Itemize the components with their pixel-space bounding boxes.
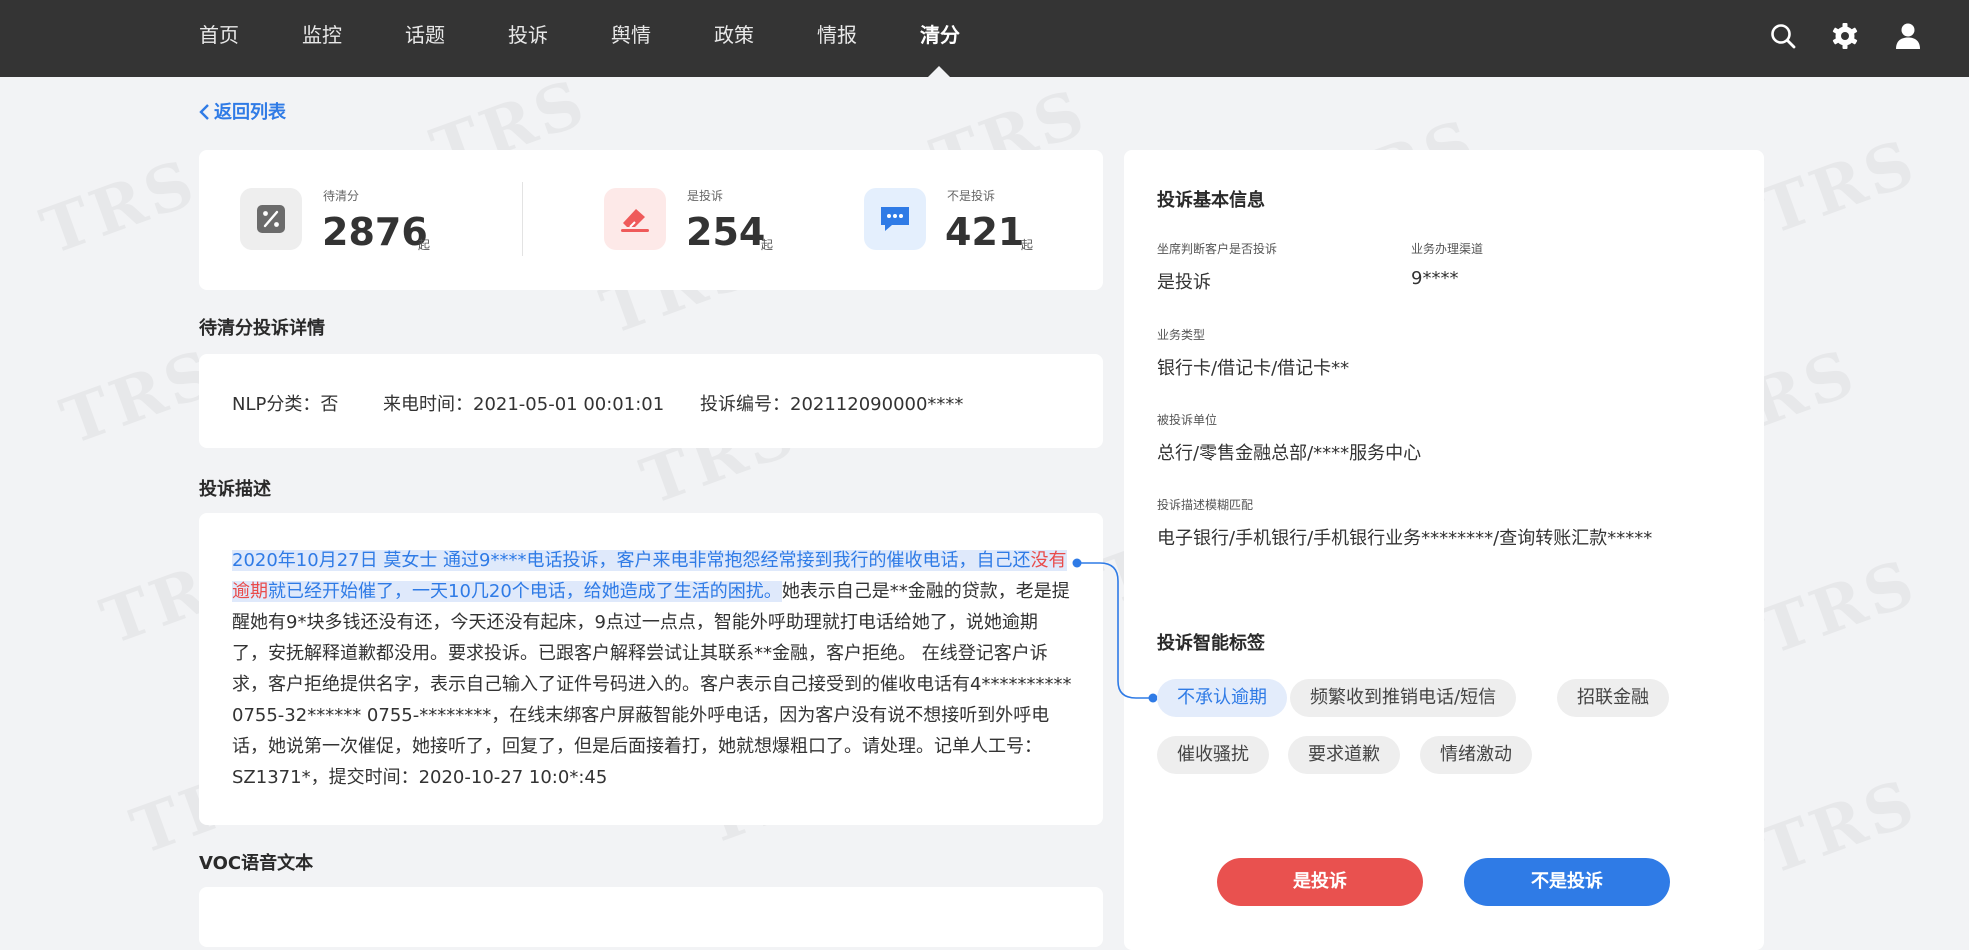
chevron-left-icon [199, 104, 209, 120]
fuzzy-match-label: 投诉描述模糊匹配 [1157, 498, 1254, 512]
nav-item-policy[interactable]: 政策 [714, 0, 754, 70]
complaint-description-text: 2020年10月27日 莫女士 通过9****电话投诉，客户来电非常抱怨经常接到… [232, 545, 1072, 793]
nav-item-topics[interactable]: 话题 [405, 0, 445, 70]
channel-value: 9**** [1411, 268, 1459, 289]
nav-item-home[interactable]: 首页 [199, 0, 239, 70]
tag-emotional[interactable]: 情绪激动 [1420, 736, 1532, 774]
stats-divider [522, 182, 523, 256]
nav-item-monitor[interactable]: 监控 [302, 0, 342, 70]
tag-demand-apology[interactable]: 要求道歉 [1288, 736, 1400, 774]
is-complaint-button[interactable]: 是投诉 [1217, 858, 1423, 906]
active-nav-caret [928, 66, 950, 77]
description-section-title: 投诉描述 [199, 479, 271, 500]
fuzzy-match-value: 电子银行/手机银行/手机银行业务********/查询转账汇款***** [1157, 528, 1653, 549]
is-complaint-stat-label: 是投诉 [687, 189, 724, 203]
smart-tags-title: 投诉智能标签 [1157, 633, 1265, 654]
is-complaint-stat-icon-wrap [604, 188, 666, 250]
gear-icon[interactable] [1830, 21, 1860, 51]
nlp-classification: NLP分类：否 [232, 394, 339, 415]
business-type-label: 业务类型 [1157, 328, 1206, 342]
pending-stat-value: 2876 [322, 210, 428, 254]
is-complaint-stat-unit: 起 [761, 238, 774, 252]
user-icon[interactable] [1893, 21, 1923, 51]
channel-label: 业务办理渠道 [1411, 242, 1484, 256]
not-complaint-stat-value: 421 [945, 210, 1025, 254]
search-icon[interactable] [1768, 21, 1798, 51]
voc-card [199, 887, 1103, 947]
top-nav-bar: 首页 监控 话题 投诉 舆情 政策 情报 清分 [0, 0, 1969, 77]
complained-unit-label: 被投诉单位 [1157, 413, 1218, 427]
detail-section-title: 待清分投诉详情 [199, 318, 325, 339]
business-type-value: 银行卡/借记卡/借记卡** [1157, 358, 1350, 379]
back-to-list-link[interactable]: 返回列表 [198, 98, 286, 128]
description-body: 她表示自己是**金融的贷款，老是提醒她有9*块多钱还没有还，今天还没有起床，9点… [232, 581, 1072, 788]
not-complaint-button[interactable]: 不是投诉 [1464, 858, 1670, 906]
highlighted-sentence[interactable]: 2020年10月27日 莫女士 通过9****电话投诉，客户来电非常抱怨经常接到… [232, 550, 1031, 571]
nav-item-complaints[interactable]: 投诉 [508, 0, 548, 70]
chat-icon [881, 207, 909, 231]
complained-unit-value: 总行/零售金融总部/****服务中心 [1157, 443, 1422, 464]
nav-item-classify[interactable]: 清分 [920, 0, 960, 70]
agent-judgement-value: 是投诉 [1157, 272, 1211, 293]
is-complaint-stat-value: 254 [686, 210, 766, 254]
pending-stat-unit: 起 [418, 238, 431, 252]
highlighted-sentence-continued[interactable]: 就已经开始催了，一天10几20个电话，给她造成了生活的困扰。 [268, 581, 782, 602]
voc-section-title: VOC语音文本 [199, 853, 314, 874]
back-link-label: 返回列表 [214, 102, 286, 123]
not-complaint-stat-unit: 起 [1021, 238, 1034, 252]
nav-item-intelligence[interactable]: 情报 [817, 0, 857, 70]
eraser-icon [621, 209, 649, 232]
percent-icon [257, 205, 285, 233]
not-complaint-stat-label: 不是投诉 [947, 189, 996, 203]
pending-stat-label: 待清分 [323, 189, 360, 203]
highlight-connector-line [1072, 558, 1158, 703]
agent-judgement-label: 坐席判断客户是否投诉 [1157, 242, 1278, 256]
tag-collection-harassment[interactable]: 催收骚扰 [1157, 736, 1269, 774]
tag-frequent-sales-calls[interactable]: 频繁收到推销电话/短信 [1290, 679, 1517, 717]
complaint-number: 投诉编号：202112090000**** [700, 394, 964, 415]
nav-item-public-opinion[interactable]: 舆情 [611, 0, 651, 70]
tag-zhaolian-finance[interactable]: 招联金融 [1557, 679, 1669, 717]
call-time: 来电时间：2021-05-01 00:01:01 [383, 394, 665, 415]
basic-info-title: 投诉基本信息 [1157, 190, 1265, 211]
not-complaint-stat-icon-wrap [864, 188, 926, 250]
tag-denies-overdue[interactable]: 不承认逾期 [1157, 679, 1287, 717]
pending-stat-icon-wrap [240, 188, 302, 250]
